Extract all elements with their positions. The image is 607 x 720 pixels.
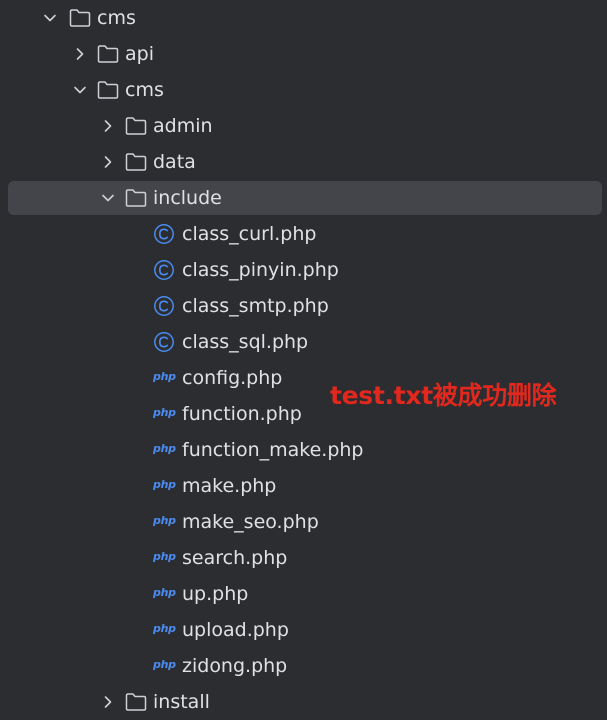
tree-item-admin[interactable]: admin: [0, 108, 607, 144]
php-file-icon: php: [153, 622, 176, 635]
chevron-down-icon[interactable]: [40, 0, 60, 36]
tree-item-label: class_smtp.php: [182, 295, 329, 317]
annotation-text: test.txt被成功删除: [330, 381, 557, 410]
folder-icon: [69, 0, 93, 36]
class-icon: [153, 288, 177, 324]
folder-icon: [97, 72, 121, 108]
tree-item-label: function.php: [182, 403, 302, 425]
php-file-icon: php: [153, 658, 176, 671]
php-file-icon: php: [153, 550, 176, 563]
tree-item-search[interactable]: php search.php: [0, 540, 607, 576]
folder-icon: [125, 108, 149, 144]
tree-item-class-smtp[interactable]: class_smtp.php: [0, 288, 607, 324]
tree-item-label: make_seo.php: [182, 511, 319, 533]
tree-item-cms-root[interactable]: cms: [0, 0, 607, 36]
tree-item-install[interactable]: install: [0, 684, 607, 720]
php-file-icon: php: [153, 370, 176, 383]
tree-item-label: admin: [153, 115, 213, 137]
tree-item-label: include: [153, 187, 222, 209]
tree-item-label: install: [153, 691, 210, 713]
tree-item-cms[interactable]: cms: [0, 72, 607, 108]
chevron-down-icon[interactable]: [98, 180, 118, 216]
chevron-right-icon[interactable]: [70, 36, 90, 72]
class-icon: [153, 252, 177, 288]
folder-icon: [125, 180, 149, 216]
tree-item-label: api: [125, 43, 154, 65]
class-icon: [153, 324, 177, 360]
tree-item-label: class_sql.php: [182, 331, 309, 353]
tree-item-label: cms: [125, 79, 164, 101]
tree-item-make-seo[interactable]: php make_seo.php: [0, 504, 607, 540]
tree-item-class-sql[interactable]: class_sql.php: [0, 324, 607, 360]
php-file-icon: php: [153, 406, 176, 419]
tree-item-api[interactable]: api: [0, 36, 607, 72]
class-icon: [153, 216, 177, 252]
tree-item-class-pinyin[interactable]: class_pinyin.php: [0, 252, 607, 288]
folder-icon: [125, 684, 149, 720]
tree-item-function-make[interactable]: php function_make.php: [0, 432, 607, 468]
tree-item-label: upload.php: [182, 619, 289, 641]
tree-item-label: make.php: [182, 475, 277, 497]
tree-item-data[interactable]: data: [0, 144, 607, 180]
tree-item-class-curl[interactable]: class_curl.php: [0, 216, 607, 252]
tree-item-label: config.php: [182, 367, 283, 389]
tree-item-up[interactable]: php up.php: [0, 576, 607, 612]
tree-item-label: cms: [97, 7, 136, 29]
tree-item-label: class_pinyin.php: [182, 259, 339, 281]
tree-item-label: class_curl.php: [182, 223, 317, 245]
php-file-icon: php: [153, 586, 176, 599]
chevron-right-icon[interactable]: [98, 144, 118, 180]
php-file-icon: php: [153, 514, 176, 527]
tree-item-upload[interactable]: php upload.php: [0, 612, 607, 648]
php-file-icon: php: [153, 478, 176, 491]
tree-item-include[interactable]: include: [0, 180, 607, 216]
tree-item-label: function_make.php: [182, 439, 364, 461]
folder-icon: [125, 144, 149, 180]
chevron-right-icon[interactable]: [98, 108, 118, 144]
tree-item-label: search.php: [182, 547, 288, 569]
chevron-down-icon[interactable]: [70, 72, 90, 108]
tree-item-make[interactable]: php make.php: [0, 468, 607, 504]
tree-item-zidong[interactable]: php zidong.php: [0, 648, 607, 684]
chevron-right-icon[interactable]: [98, 684, 118, 720]
tree-item-label: up.php: [182, 583, 249, 605]
folder-icon: [97, 36, 121, 72]
tree-item-label: data: [153, 151, 196, 173]
php-file-icon: php: [153, 442, 176, 455]
tree-item-label: zidong.php: [182, 655, 288, 677]
